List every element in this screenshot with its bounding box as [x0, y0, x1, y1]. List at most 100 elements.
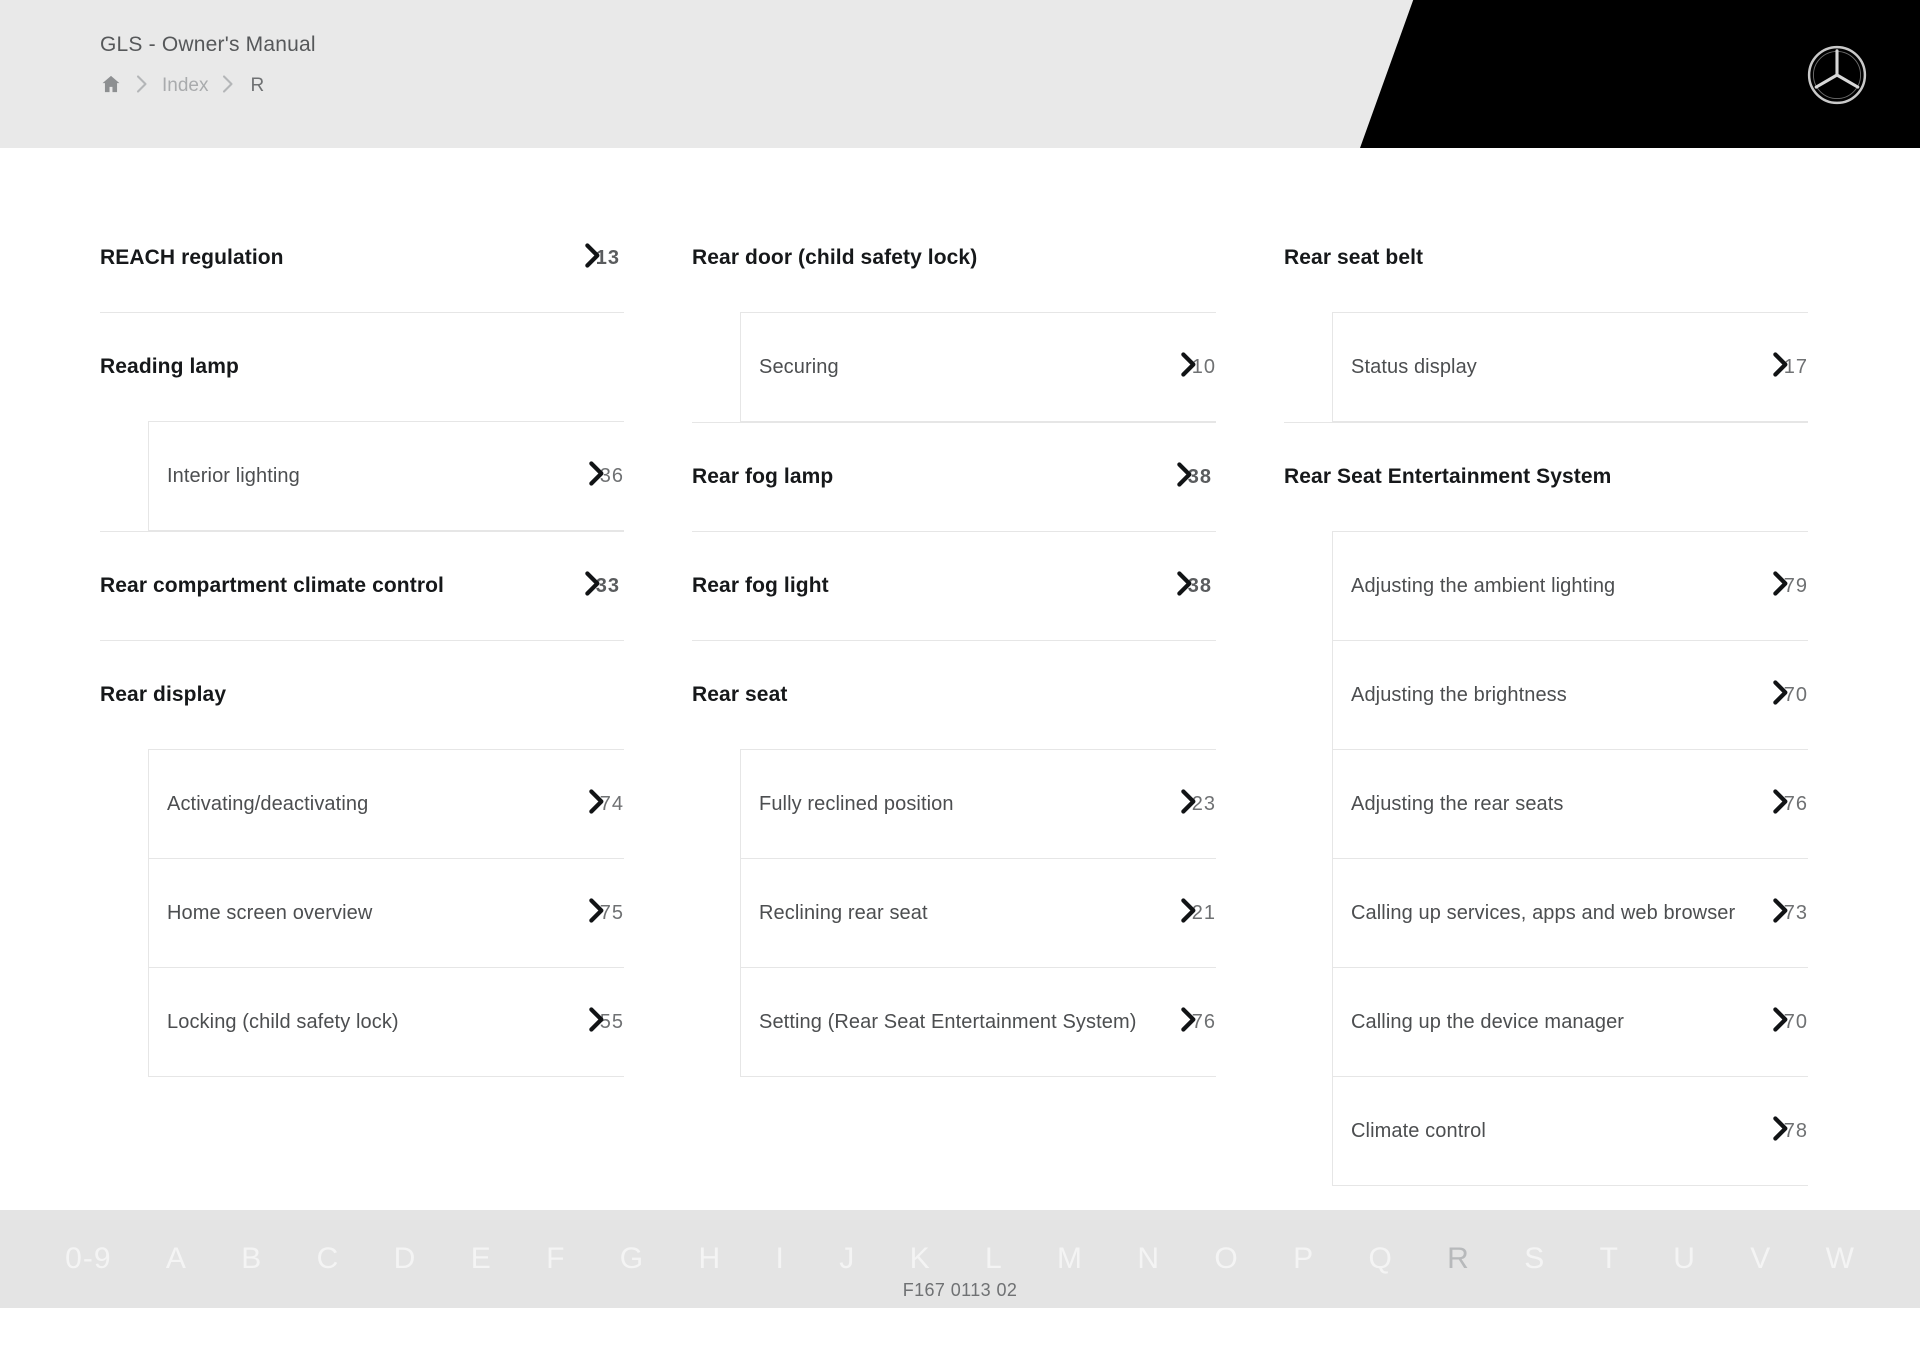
page-reference-link[interactable]: 21: [1164, 898, 1216, 927]
index-subentry-list: Securing 10: [740, 312, 1216, 422]
page-reference-link[interactable]: 36: [572, 461, 624, 490]
index-subentry[interactable]: Adjusting the brightness 70: [1333, 640, 1808, 749]
page-number-prefix: 3: [599, 465, 612, 487]
page-number-suffix: 3: [1795, 902, 1808, 924]
index-subentry[interactable]: Interior lighting 36: [149, 422, 624, 531]
index-subentry[interactable]: Calling up the device manager 70: [1333, 967, 1808, 1076]
home-icon[interactable]: [100, 73, 122, 100]
alphabet-letter-b[interactable]: B: [214, 1242, 289, 1276]
page-reference-link[interactable]: 70: [1756, 680, 1808, 709]
page-number-prefix: 2: [1191, 902, 1204, 924]
index-subentry[interactable]: Status display 17: [1333, 313, 1808, 422]
page-reference-link[interactable]: 70: [1756, 1007, 1808, 1036]
alphabet-letter-u[interactable]: U: [1646, 1242, 1723, 1276]
alphabet-letter-e[interactable]: E: [444, 1242, 519, 1276]
page-number-prefix: 1: [595, 247, 608, 269]
index-subentry[interactable]: Adjusting the ambient lighting 79: [1333, 532, 1808, 640]
index-entry-main[interactable]: Rear seat belt: [1284, 204, 1808, 312]
alphabet-letter-h[interactable]: H: [671, 1242, 748, 1276]
alphabet-letter-m[interactable]: M: [1030, 1242, 1110, 1276]
alphabet-letter-o[interactable]: O: [1187, 1242, 1266, 1276]
index-group: Rear fog light 38: [692, 531, 1216, 640]
index-subentry-label: Setting (Rear Seat Entertainment System): [759, 1011, 1137, 1033]
page-reference-link[interactable]: 17: [1756, 352, 1808, 381]
index-subentry[interactable]: Home screen overview 75: [149, 858, 624, 967]
alphabet-letter-v[interactable]: V: [1723, 1242, 1798, 1276]
index-subentry-list: Interior lighting 36: [148, 421, 624, 531]
page-number-prefix: 7: [1783, 1120, 1796, 1142]
page-reference-link[interactable]: 74: [572, 789, 624, 818]
index-entry-label: Reading lamp: [100, 355, 239, 378]
index-entry-main[interactable]: REACH regulation 13: [100, 204, 624, 312]
page-reference-link[interactable]: 76: [1164, 1007, 1216, 1036]
alphabet-letter-w[interactable]: W: [1798, 1242, 1882, 1276]
index-subentry[interactable]: Adjusting the rear seats 76: [1333, 749, 1808, 858]
index-subentry[interactable]: Climate control 78: [1333, 1076, 1808, 1186]
alphabet-letter-k[interactable]: K: [882, 1242, 957, 1276]
index-entry-main[interactable]: Rear display: [100, 640, 624, 749]
index-subentry[interactable]: Locking (child safety lock) 55: [149, 967, 624, 1077]
page-reference-link[interactable]: 73: [1756, 898, 1808, 927]
index-entry-label: Rear seat belt: [1284, 246, 1424, 269]
alphabet-letter-g[interactable]: G: [593, 1242, 672, 1276]
alphabet-letter-p[interactable]: P: [1266, 1242, 1341, 1276]
alphabet-letter-r[interactable]: R: [1420, 1242, 1497, 1276]
page-number-prefix: 7: [1783, 575, 1796, 597]
page-number-prefix: 2: [1191, 793, 1204, 815]
alphabet-letter-a[interactable]: A: [139, 1242, 214, 1276]
index-entry-main[interactable]: Rear Seat Entertainment System: [1284, 422, 1808, 531]
index-subentry[interactable]: Reclining rear seat 21: [741, 858, 1216, 967]
page-reference-link[interactable]: 38: [1160, 462, 1212, 491]
page-reference-link[interactable]: 23: [1164, 789, 1216, 818]
index-subentry-label: Climate control: [1351, 1120, 1486, 1142]
index-entry-main[interactable]: Rear fog lamp 38: [692, 422, 1216, 531]
page-reference-link[interactable]: 13: [568, 243, 620, 272]
alphabet-letter-i[interactable]: I: [748, 1242, 812, 1276]
index-entry-main[interactable]: Rear door (child safety lock): [692, 204, 1216, 312]
header-title-block: GLS - Owner's Manual Index R: [100, 32, 316, 98]
breadcrumb-item-index[interactable]: Index: [162, 75, 208, 97]
page-reference-link[interactable]: 78: [1756, 1116, 1808, 1145]
index-entry-main[interactable]: Reading lamp: [100, 312, 624, 421]
index-subentry-label: Activating/deactivating: [167, 793, 369, 815]
index-entry-label: Rear display: [100, 683, 227, 706]
index-subentry-label: Adjusting the ambient lighting: [1351, 575, 1616, 597]
index-subentry[interactable]: Activating/deactivating 74: [149, 750, 624, 858]
index-subentry-list: Activating/deactivating 74 Home screen ove…: [148, 749, 624, 1077]
page-reference-link[interactable]: 75: [572, 898, 624, 927]
index-subentry[interactable]: Securing 10: [741, 313, 1216, 422]
index-subentry[interactable]: Setting (Rear Seat Entertainment System)…: [741, 967, 1216, 1077]
index-subentry-label: Securing: [759, 356, 839, 378]
index-entry-main[interactable]: Rear fog light 38: [692, 531, 1216, 640]
alphabet-letter-t[interactable]: T: [1572, 1242, 1646, 1276]
page-number-suffix: 3: [607, 575, 620, 597]
alphabet-letter-f[interactable]: F: [519, 1242, 593, 1276]
index-subentry[interactable]: Fully reclined position 23: [741, 750, 1216, 858]
page-number-prefix: 7: [1783, 902, 1796, 924]
index-entry-label: Rear Seat Entertainment System: [1284, 465, 1612, 488]
index-entry-main[interactable]: Rear seat: [692, 640, 1216, 749]
index-columns: REACH regulation 13 Reading lamp Interior l…: [0, 148, 1920, 1186]
alphabet-letter-c[interactable]: C: [289, 1242, 366, 1276]
alphabet-letter-j[interactable]: J: [812, 1242, 882, 1276]
page-reference-link[interactable]: 55: [572, 1007, 624, 1036]
alphabet-letter-09[interactable]: 0-9: [38, 1242, 139, 1276]
index-group: Rear compartment climate control 33: [100, 531, 624, 640]
mercedes-benz-star-logo: [1806, 44, 1868, 106]
alphabet-letter-n[interactable]: N: [1110, 1242, 1187, 1276]
alphabet-letter-s[interactable]: S: [1497, 1242, 1572, 1276]
page-reference-link[interactable]: 10: [1164, 352, 1216, 381]
page-number-suffix: 5: [611, 902, 624, 924]
index-subentry-label: Home screen overview: [167, 902, 373, 924]
alphabet-letter-d[interactable]: D: [367, 1242, 444, 1276]
index-subentry[interactable]: Calling up services, apps and web browse…: [1333, 858, 1808, 967]
page-reference-link[interactable]: 76: [1756, 789, 1808, 818]
index-entry-label: Rear fog light: [692, 574, 829, 597]
alphabet-letter-l[interactable]: L: [958, 1242, 1030, 1276]
page-reference-link[interactable]: 33: [568, 571, 620, 600]
alphabet-letter-q[interactable]: Q: [1341, 1242, 1420, 1276]
index-column: Rear seat belt Status display 17 Rear Seat …: [1284, 204, 1808, 1186]
page-reference-link[interactable]: 38: [1160, 571, 1212, 600]
index-entry-main[interactable]: Rear compartment climate control 33: [100, 531, 624, 640]
page-reference-link[interactable]: 79: [1756, 571, 1808, 600]
